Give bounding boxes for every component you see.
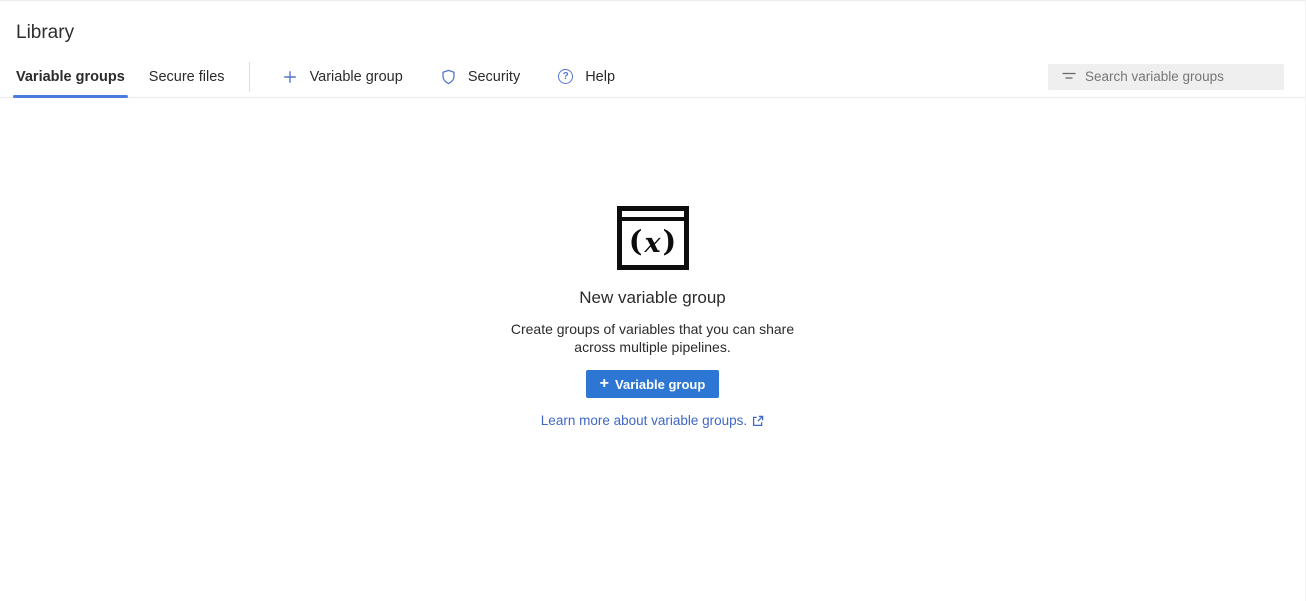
learn-more-link[interactable]: Learn more about variable groups. (541, 413, 764, 428)
button-label: Variable group (615, 377, 705, 392)
description-line-1: Create groups of variables that you can … (511, 321, 794, 339)
paren-right: ) (663, 227, 677, 256)
toolbar-divider (249, 62, 250, 92)
tab-variable-groups[interactable]: Variable groups (16, 56, 125, 97)
tab-variable-groups-label: Variable groups (16, 69, 125, 85)
empty-state: ( x ) New variable group Create groups o… (0, 206, 1305, 428)
filter-icon (1062, 72, 1076, 82)
help-command[interactable]: ? Help (558, 56, 615, 97)
window-titlebar (622, 211, 684, 217)
help-label: Help (585, 69, 615, 85)
external-link-icon (752, 415, 764, 427)
description-line-2: across multiple pipelines. (511, 339, 794, 357)
add-variable-group-command[interactable]: Variable group (282, 56, 403, 97)
empty-state-description: Create groups of variables that you can … (511, 321, 794, 356)
learn-more-label: Learn more about variable groups. (541, 413, 747, 428)
tab-bar: Variable groups Secure files Variable gr… (0, 56, 1305, 98)
add-variable-group-label: Variable group (310, 69, 403, 85)
active-tab-underline (13, 95, 128, 98)
plus-icon (282, 69, 298, 85)
tab-secure-files[interactable]: Secure files (149, 56, 225, 97)
page-title: Library (0, 1, 1305, 44)
security-command[interactable]: Security (441, 56, 520, 97)
shield-icon (441, 69, 456, 85)
new-variable-group-button[interactable]: + Variable group (586, 370, 720, 398)
variable-x-glyph: x (644, 230, 660, 257)
empty-state-title: New variable group (579, 288, 725, 308)
security-label: Security (468, 69, 520, 85)
paren-left: ( (629, 227, 643, 256)
library-page: Library Variable groups Secure files Var… (0, 0, 1306, 601)
variable-group-window-icon: ( x ) (617, 206, 689, 270)
search-input[interactable] (1085, 69, 1284, 84)
search-box[interactable] (1048, 64, 1284, 90)
window-body: ( x ) (622, 221, 684, 265)
help-circle-icon: ? (558, 69, 573, 84)
button-plus-icon: + (600, 376, 609, 392)
tab-secure-files-label: Secure files (149, 69, 225, 85)
